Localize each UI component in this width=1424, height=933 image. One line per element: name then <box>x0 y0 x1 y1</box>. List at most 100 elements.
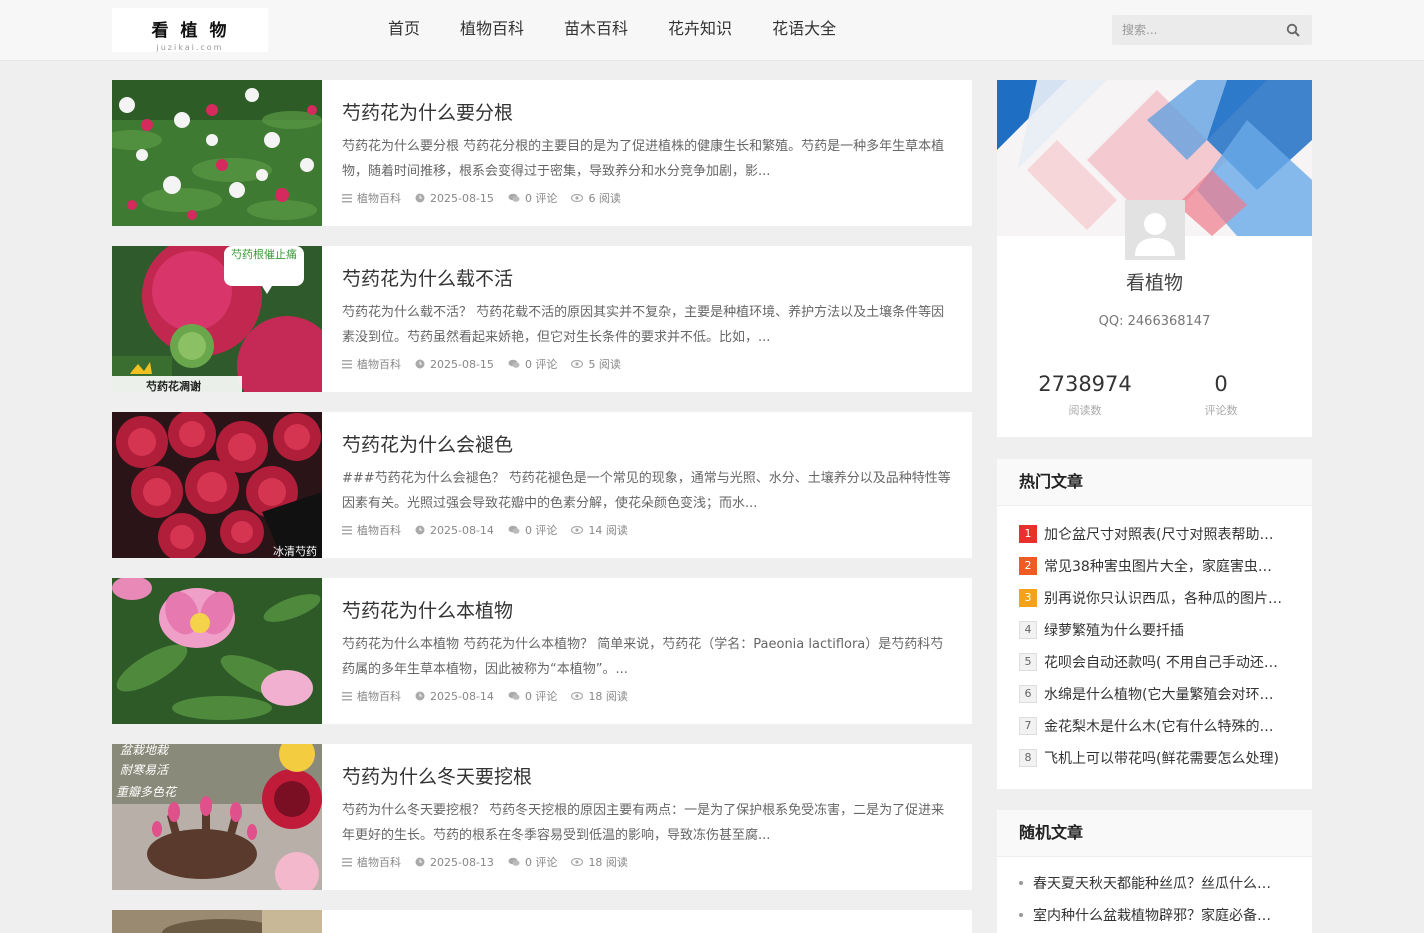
comment-icon <box>508 193 520 202</box>
rank-badge: 7 <box>1019 717 1037 735</box>
bullet-icon <box>1019 913 1023 917</box>
logo-subtext: juzikai.com <box>156 43 224 52</box>
post-date: 2025-08-14 <box>430 523 494 537</box>
comment-icon <box>508 525 520 534</box>
thumb-caption: 重瓣多色花 <box>116 785 178 799</box>
hot-article-item[interactable]: 4 绿萝繁殖为什么要扦插 <box>1019 614 1290 646</box>
hot-article-title[interactable]: 绿萝繁殖为什么要扦插 <box>1044 620 1284 640</box>
post-category[interactable]: 植物百科 <box>357 522 401 538</box>
comment-icon <box>508 359 520 368</box>
hot-article-title[interactable]: 水绵是什么植物(它大量繁殖会对环境造成影响吗) <box>1044 684 1284 704</box>
post-comments: 0 评论 <box>524 192 558 205</box>
random-article-title[interactable]: 室内种什么盆栽植物辟邪？家庭必备的风水植物 <box>1033 905 1273 925</box>
comment-icon <box>508 857 520 866</box>
hot-article-title[interactable]: 金花梨木是什么木(它有什么特殊的用途) <box>1044 716 1284 736</box>
post-category[interactable]: 植物百科 <box>357 356 401 372</box>
post-category[interactable]: 植物百科 <box>357 854 401 870</box>
clock-icon <box>415 525 425 535</box>
post-date: 2025-08-13 <box>430 855 494 869</box>
hot-article-item[interactable]: 6 水绵是什么植物(它大量繁殖会对环境造成影响吗) <box>1019 678 1290 710</box>
hot-article-item[interactable]: 7 金花梨木是什么木(它有什么特殊的用途) <box>1019 710 1290 742</box>
hot-article-item[interactable]: 5 花呗会自动还款吗( 不用自己手动还款吗) <box>1019 646 1290 678</box>
site-logo[interactable]: 看植物 juzikai.com <box>112 8 268 52</box>
post-card[interactable]: 芍药花为什么本植物 芍药花为什么本植物 芍药花为什么本植物？ 简单来说，芍药花（… <box>112 578 972 724</box>
post-thumbnail[interactable]: 芍药根催止痛 芍药花凋谢 <box>112 246 322 392</box>
rank-badge: 6 <box>1019 685 1037 703</box>
main-nav: 首页 植物百科 苗木百科 花卉知识 花语大全 <box>388 0 876 60</box>
avatar[interactable] <box>1125 200 1185 260</box>
author-name: 看植物 <box>1125 272 1183 294</box>
rank-badge: 2 <box>1019 557 1037 575</box>
post-card[interactable]: 芍药根催止痛 芍药花凋谢 芍药花为什么载不活 芍药花为什么载不活？ 芍药花载不活… <box>112 246 972 392</box>
nav-flower-language[interactable]: 花语大全 <box>772 0 836 60</box>
post-title[interactable]: 芍药为什么冬天要挖根 <box>342 764 952 790</box>
post-meta: 植物百科 2025-08-14 0 评论 14 阅读 <box>342 522 952 538</box>
hot-article-title[interactable]: 花呗会自动还款吗( 不用自己手动还款吗) <box>1044 652 1284 672</box>
hot-article-title[interactable]: 飞机上可以带花吗(鲜花需要怎么处理) <box>1044 748 1284 768</box>
rank-badge: 4 <box>1019 621 1037 639</box>
post-thumbnail[interactable]: 盆栽地栽 耐寒易活 重瓣多色花 <box>112 744 322 890</box>
post-excerpt: ###芍药花为什么会褪色？ 芍药花褪色是一个常见的现象，通常与光照、水分、土壤养… <box>342 471 951 511</box>
post-views: 14 阅读 <box>588 524 628 537</box>
post-card[interactable]: 芍药花为什么要分根 芍药花为什么要分根 芍药花分根的主要目的是为了促进植株的健康… <box>112 80 972 226</box>
stat-comments: 0 评论数 <box>1146 372 1296 418</box>
hot-article-item[interactable]: 1 加仑盆尺寸对照表(尺寸对照表帮助您选择合适的花盆) <box>1019 518 1290 550</box>
post-meta: 植物百科 2025-08-14 0 评论 18 阅读 <box>342 688 952 704</box>
post-thumbnail[interactable] <box>112 80 322 226</box>
search-box <box>1112 15 1312 45</box>
author-qq: QQ: 2466368147 <box>1098 314 1211 329</box>
stat-value: 0 <box>1214 372 1228 396</box>
post-title[interactable]: 芍药花为什么会褪色 <box>342 432 952 458</box>
nav-flower-knowledge[interactable]: 花卉知识 <box>668 0 732 60</box>
site-header: 看植物 juzikai.com 首页 植物百科 苗木百科 花卉知识 花语大全 <box>0 0 1424 61</box>
post-category[interactable]: 植物百科 <box>357 688 401 704</box>
eye-icon <box>571 526 584 534</box>
eye-icon <box>571 194 584 202</box>
hot-article-item[interactable]: 3 别再说你只认识西瓜，各种瓜的图片大全 <box>1019 582 1290 614</box>
hot-article-title[interactable]: 加仑盆尺寸对照表(尺寸对照表帮助您选择合适的花盆) <box>1044 524 1284 544</box>
clock-icon <box>415 857 425 867</box>
post-comments: 0 评论 <box>524 524 558 537</box>
random-article-item[interactable]: 室内种什么盆栽植物辟邪？家庭必备的风水植物 <box>1019 899 1290 931</box>
rank-badge: 1 <box>1019 525 1037 543</box>
post-meta: 植物百科 2025-08-15 0 评论 6 阅读 <box>342 190 952 206</box>
hot-article-item[interactable]: 8 飞机上可以带花吗(鲜花需要怎么处理) <box>1019 742 1290 774</box>
post-card[interactable] <box>112 910 972 933</box>
random-article-item[interactable]: 春天夏天秋天都能种丝瓜？丝瓜什么时候种最好 <box>1019 867 1290 899</box>
post-thumbnail[interactable] <box>112 578 322 724</box>
nav-seedling-encyclopedia[interactable]: 苗木百科 <box>564 0 628 60</box>
author-profile-card: 看植物 QQ: 2466368147 2738974 阅读数 0 评论数 <box>997 80 1312 437</box>
post-card[interactable]: 冰清芍药 芍药花为什么会褪色 ###芍药花为什么会褪色？ 芍药花褪色是一个常见的… <box>112 412 972 558</box>
thumb-caption: 冰清芍药 <box>273 545 317 558</box>
hot-article-item[interactable]: 2 常见38种害虫图片大全，家庭害虫识别图鉴 <box>1019 550 1290 582</box>
post-excerpt: 芍药为什么冬天要挖根？ 芍药冬天挖根的原因主要有两点：一是为了保护根系免受冻害，… <box>342 803 945 843</box>
category-icon <box>342 359 352 368</box>
post-thumbnail[interactable]: 冰清芍药 <box>112 412 322 558</box>
random-article-title[interactable]: 春天夏天秋天都能种丝瓜？丝瓜什么时候种最好 <box>1033 873 1273 893</box>
widget-title: 随机文章 <box>997 810 1312 857</box>
post-category[interactable]: 植物百科 <box>357 190 401 206</box>
category-icon <box>342 193 352 202</box>
post-date: 2025-08-15 <box>430 357 494 371</box>
thumb-caption: 盆栽地栽 <box>120 744 170 757</box>
post-card[interactable]: 盆栽地栽 耐寒易活 重瓣多色花 芍药为什么冬天要挖根 芍药为什么冬天要挖根？ 芍… <box>112 744 972 890</box>
post-excerpt: 芍药花为什么要分根 芍药花分根的主要目的是为了促进植株的健康生长和繁殖。芍药是一… <box>342 139 945 179</box>
post-views: 18 阅读 <box>588 856 628 869</box>
post-title[interactable]: 芍药花为什么要分根 <box>342 100 952 126</box>
hot-article-title[interactable]: 常见38种害虫图片大全，家庭害虫识别图鉴 <box>1044 556 1284 576</box>
post-comments: 0 评论 <box>524 690 558 703</box>
nav-plant-encyclopedia[interactable]: 植物百科 <box>460 0 524 60</box>
search-input[interactable] <box>1112 15 1282 45</box>
post-title[interactable]: 芍药花为什么本植物 <box>342 598 952 624</box>
search-icon[interactable] <box>1286 23 1300 37</box>
hot-article-title[interactable]: 别再说你只认识西瓜，各种瓜的图片大全 <box>1044 588 1284 608</box>
post-thumbnail[interactable] <box>112 910 322 933</box>
post-views: 6 阅读 <box>588 192 621 205</box>
post-comments: 0 评论 <box>524 358 558 371</box>
post-title[interactable]: 芍药花为什么载不活 <box>342 266 952 292</box>
category-icon <box>342 691 352 700</box>
post-excerpt: 芍药花为什么载不活？ 芍药花载不活的原因其实并不复杂，主要是种植环境、养护方法以… <box>342 305 945 345</box>
eye-icon <box>571 360 584 368</box>
clock-icon <box>415 193 425 203</box>
nav-home[interactable]: 首页 <box>388 0 420 60</box>
